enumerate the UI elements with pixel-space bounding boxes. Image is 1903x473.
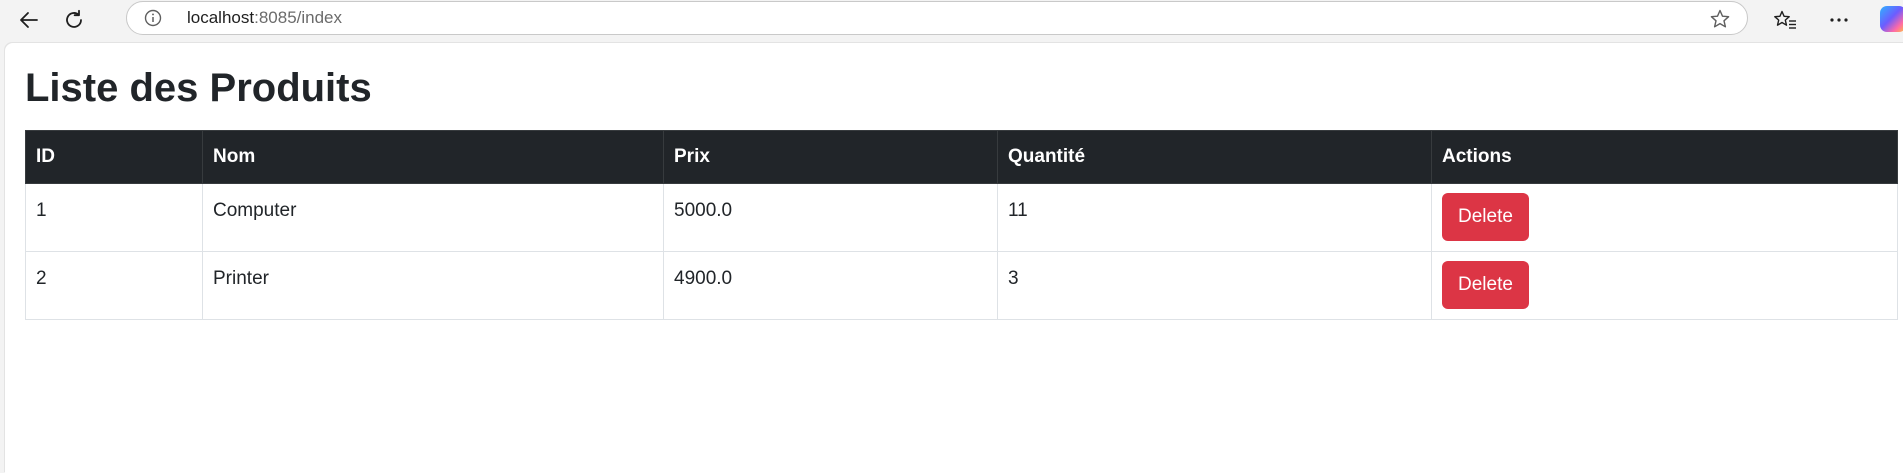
table-header-row: ID Nom Prix Quantité Actions — [25, 130, 1898, 184]
table-row: 2 Printer 4900.0 3 Delete — [25, 251, 1898, 320]
back-arrow-icon — [20, 12, 38, 28]
page-content: Liste des Produits ID Nom Prix Quantité … — [5, 43, 1903, 473]
favorite-button[interactable] — [1709, 8, 1731, 30]
cell-nom: Computer — [202, 183, 664, 252]
page-title: Liste des Produits — [25, 66, 372, 110]
copilot-icon[interactable] — [1880, 6, 1903, 32]
cell-quantite: 3 — [997, 251, 1432, 320]
star-icon — [1710, 9, 1730, 28]
browser-toolbar: localhost:8085/index — [0, 0, 1903, 42]
header-prix: Prix — [663, 130, 998, 184]
header-nom: Nom — [202, 130, 664, 184]
cell-nom: Printer — [202, 251, 664, 320]
header-id: ID — [25, 130, 203, 184]
products-table: ID Nom Prix Quantité Actions 1 Computer … — [25, 130, 1898, 320]
cell-id: 2 — [25, 251, 203, 320]
table-row: 1 Computer 5000.0 11 Delete — [25, 183, 1898, 252]
header-quantite: Quantité — [997, 130, 1432, 184]
more-button[interactable] — [1821, 3, 1857, 37]
cell-actions: Delete — [1431, 183, 1898, 252]
cell-actions: Delete — [1431, 251, 1898, 320]
reload-icon — [66, 9, 82, 28]
url-path: :8085/index — [254, 8, 343, 27]
delete-button[interactable]: Delete — [1442, 261, 1529, 309]
cell-quantite: 11 — [997, 183, 1432, 252]
address-bar[interactable]: localhost:8085/index — [126, 1, 1748, 35]
more-icon — [1830, 18, 1848, 22]
cell-id: 1 — [25, 183, 203, 252]
info-icon[interactable] — [144, 9, 162, 27]
cell-prix: 4900.0 — [663, 251, 998, 320]
favorites-icon — [1774, 10, 1796, 29]
favorites-button[interactable] — [1767, 3, 1803, 37]
header-actions: Actions — [1431, 130, 1898, 184]
reload-button[interactable] — [56, 3, 92, 37]
cell-prix: 5000.0 — [663, 183, 998, 252]
url-text[interactable]: localhost:8085/index — [187, 2, 342, 34]
url-host: localhost — [187, 8, 255, 27]
back-button[interactable] — [11, 3, 47, 37]
delete-button[interactable]: Delete — [1442, 193, 1529, 241]
